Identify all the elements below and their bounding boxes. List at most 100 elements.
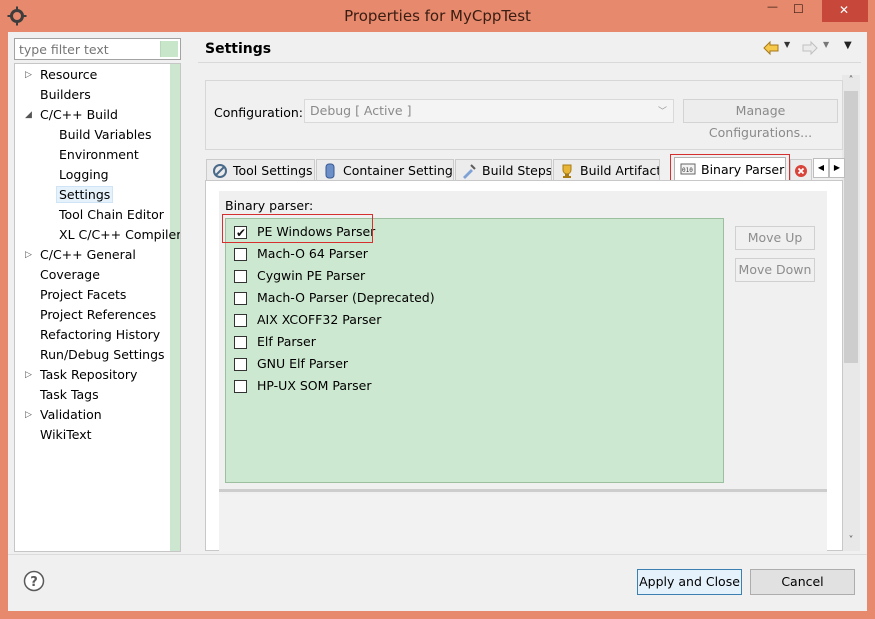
nav-item-environment[interactable]: Environment <box>59 145 139 165</box>
row-highlight-box <box>222 214 373 243</box>
parser-checkbox[interactable] <box>234 358 247 371</box>
nav-label: Builders <box>40 87 91 102</box>
move-up-button[interactable]: Move Up <box>735 226 815 250</box>
nav-label: Settings <box>55 186 114 203</box>
binary-parser-list: ✔ PE Windows Parser Mach-O 64 Parser Cygw… <box>225 218 724 483</box>
parser-options-pane <box>219 494 827 551</box>
nav-item-xl-compiler[interactable]: XL C/C++ Compiler <box>59 225 181 245</box>
back-arrow-icon[interactable] <box>763 40 779 56</box>
nav-item-coverage[interactable]: Coverage <box>40 265 100 285</box>
forward-arrow-icon[interactable] <box>802 40 818 56</box>
nav-label: XL C/C++ Compiler <box>59 227 181 242</box>
page-title: Settings <box>205 41 272 57</box>
cancel-button[interactable]: Cancel <box>750 569 855 595</box>
nav-item-settings[interactable]: Settings <box>55 185 114 205</box>
nav-label: C/C++ General <box>40 247 136 262</box>
nav-label: Project Facets <box>40 287 127 302</box>
scroll-down-icon[interactable]: ˅ <box>842 535 860 551</box>
scroll-up-icon[interactable]: ˄ <box>842 75 860 91</box>
title-bar: Properties for MyCppTest — ☐ ✕ <box>0 0 875 32</box>
expand-arrow-icon[interactable]: ▷ <box>25 405 37 425</box>
nav-item-task-repository[interactable]: ▷ Task Repository <box>25 365 137 385</box>
chevron-down-icon: ﹀ <box>657 107 667 117</box>
binary-parser-section: Binary parser: ✔ PE Windows Parser Mach-O… <box>219 191 827 551</box>
nav-item-cpp-general[interactable]: ▷ C/C++ General <box>25 245 136 265</box>
nav-label: Run/Debug Settings <box>40 347 165 362</box>
parser-checkbox[interactable] <box>234 314 247 327</box>
nav-label: Tool Chain Editor <box>59 207 164 222</box>
filter-clear-button[interactable] <box>160 41 178 57</box>
scroll-thumb[interactable] <box>844 91 858 363</box>
apply-and-close-button[interactable]: Apply and Close <box>637 569 742 595</box>
window-title: Properties for MyCppTest <box>344 7 531 25</box>
footer-divider <box>8 554 867 555</box>
tab-tool-settings[interactable]: Tool Settings <box>206 159 315 181</box>
tree-scrollbar[interactable] <box>170 64 180 551</box>
nav-item-project-references[interactable]: Project References <box>40 305 156 325</box>
close-icon: ✕ <box>839 3 850 17</box>
parser-name: HP-UX SOM Parser <box>257 378 372 393</box>
parser-name: Mach-O 64 Parser <box>257 246 368 261</box>
parser-checkbox[interactable] <box>234 292 247 305</box>
nav-item-refactoring-history[interactable]: Refactoring History <box>40 325 160 345</box>
nav-label: Logging <box>59 167 109 182</box>
parser-name: Cygwin PE Parser <box>257 268 366 283</box>
minimize-button[interactable]: — <box>760 0 786 22</box>
collapse-arrow-icon[interactable]: ◢ <box>25 105 37 125</box>
tab-label: Build Artifact <box>580 163 660 178</box>
tab-scroll-left-icon[interactable]: ◀ <box>813 158 829 178</box>
content-scrollbar[interactable]: ˄ ˅ <box>842 75 860 551</box>
nav-label: Resource <box>40 67 98 82</box>
tab-build-artifact[interactable]: Build Artifact <box>553 159 660 181</box>
forward-history-dropdown-icon[interactable]: ▼ <box>823 40 829 49</box>
nav-item-tool-chain-editor[interactable]: Tool Chain Editor <box>59 205 164 225</box>
nav-item-task-tags[interactable]: Task Tags <box>40 385 99 405</box>
parser-checkbox[interactable] <box>234 248 247 261</box>
tab-container-settings[interactable]: Container Settings <box>316 159 454 181</box>
tab-highlight-box <box>670 154 790 183</box>
pane-sash[interactable] <box>219 489 827 492</box>
close-button[interactable]: ✕ <box>822 0 868 22</box>
configuration-group: Configuration: Debug [ Active ] ﹀ Manage… <box>205 80 843 150</box>
nav-label: C/C++ Build <box>40 107 118 122</box>
tab-scroll-right-icon[interactable]: ▶ <box>829 158 845 178</box>
parser-name: AIX XCOFF32 Parser <box>257 312 382 327</box>
configuration-select[interactable]: Debug [ Active ] ﹀ <box>304 99 674 123</box>
nav-item-run-debug-settings[interactable]: Run/Debug Settings <box>40 345 165 365</box>
back-history-dropdown-icon[interactable]: ▼ <box>784 40 790 49</box>
nav-label: Validation <box>40 407 102 422</box>
nav-item-cpp-build[interactable]: ◢ C/C++ Build <box>25 105 118 125</box>
nav-label: Task Tags <box>40 387 99 402</box>
view-menu-icon[interactable]: ▼ <box>844 40 852 51</box>
tab-error[interactable] <box>790 159 812 181</box>
nav-item-logging[interactable]: Logging <box>59 165 109 185</box>
filter-box <box>14 38 181 60</box>
svg-text:?: ? <box>30 575 38 590</box>
nav-label: Coverage <box>40 267 100 282</box>
tab-build-steps[interactable]: Build Steps <box>455 159 552 181</box>
configuration-label: Configuration: <box>214 105 303 120</box>
nav-label: WikiText <box>40 427 92 442</box>
nav-item-wikitext[interactable]: WikiText <box>40 425 92 445</box>
maximize-button[interactable]: ☐ <box>786 0 812 22</box>
nav-item-project-facets[interactable]: Project Facets <box>40 285 126 305</box>
help-icon[interactable]: ? <box>23 570 45 592</box>
parser-checkbox[interactable] <box>234 380 247 393</box>
tab-label: Build Steps <box>482 163 552 178</box>
parser-checkbox[interactable] <box>234 336 247 349</box>
expand-arrow-icon[interactable]: ▷ <box>25 245 37 265</box>
expand-arrow-icon[interactable]: ▷ <box>25 65 37 85</box>
nav-item-builders[interactable]: Builders <box>40 85 91 105</box>
nav-label: Project References <box>40 307 157 322</box>
nav-item-resource[interactable]: ▷ Resource <box>25 65 98 85</box>
move-down-button[interactable]: Move Down <box>735 258 815 282</box>
container-icon <box>325 163 335 179</box>
nav-item-validation[interactable]: ▷ Validation <box>25 405 102 425</box>
nav-label: Refactoring History <box>40 327 161 342</box>
nav-item-build-variables[interactable]: Build Variables <box>59 125 151 145</box>
expand-arrow-icon[interactable]: ▷ <box>25 365 37 385</box>
parser-checkbox[interactable] <box>234 270 247 283</box>
build-steps-icon <box>463 164 476 179</box>
filter-input[interactable] <box>15 39 160 59</box>
manage-configurations-button[interactable]: Manage Configurations... <box>683 99 838 140</box>
